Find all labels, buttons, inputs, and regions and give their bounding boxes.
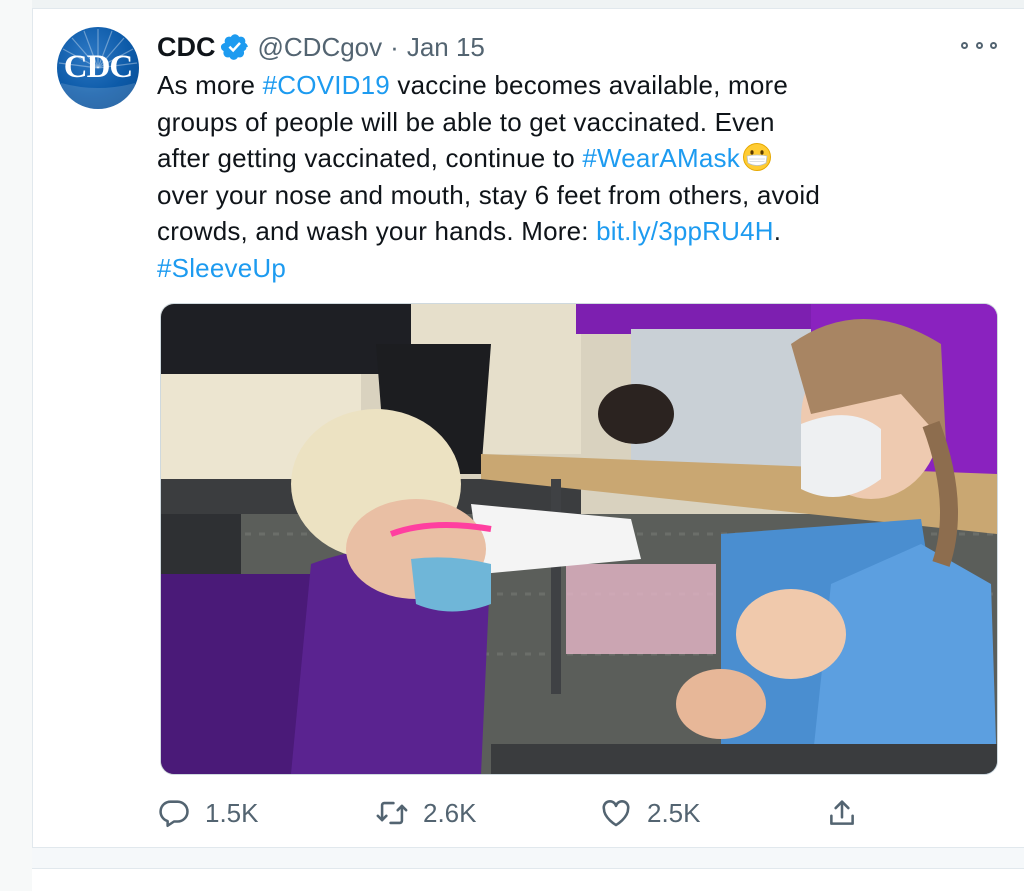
shortened-url-link[interactable]: bit.ly/3ppRU4H [596,216,774,246]
tweet-photo[interactable] [160,303,998,775]
tweet-header: CDC @CDCgov · Jan 15 [157,29,485,65]
hashtag-wearamask-link[interactable]: #WearAMask [582,143,740,173]
next-tweet-card-edge [32,868,1024,891]
hashtag-covid19-link[interactable]: #COVID19 [263,70,390,100]
mask-emoji-icon [742,142,772,172]
more-icon[interactable] [961,35,997,55]
reply-button[interactable]: 1.5K [157,791,259,835]
tweet-actions-bar: 1.5K 2.6K 2.5K [157,791,877,835]
reply-count: 1.5K [205,797,259,828]
tweet-text-segment: . [773,216,782,246]
timeline-top-divider [32,0,1024,9]
tweet-text-segment: over your nose and mouth, stay 6 feet fr… [157,179,820,210]
avatar-logo-text: CDC [63,49,134,85]
avatar[interactable]: CDC [57,27,139,109]
retweet-count: 2.6K [423,797,477,828]
vaccination-photo-illustration [161,304,997,774]
share-icon [830,800,854,825]
tweet-text-segment: groups of people will be able to get vac… [157,106,775,137]
like-button[interactable]: 2.5K [599,791,701,835]
separator-dot: · [390,31,399,62]
verified-badge-icon [220,32,250,62]
hashtag-sleeveup-link[interactable]: #SleeveUp [157,253,286,283]
tweet-text-segment: As more [157,70,263,100]
tweet-card[interactable]: CDC CDC @CDCgov · Jan 15 As more #COVID1… [32,9,1024,848]
share-button[interactable] [825,791,859,835]
author-handle[interactable]: @CDCgov [258,32,383,63]
heart-icon [602,800,630,827]
retweet-button[interactable]: 2.6K [375,791,477,835]
reply-icon [159,800,189,828]
timeline-gap [32,848,1024,891]
author-name[interactable]: CDC [157,32,216,63]
tweet-date[interactable]: Jan 15 [407,32,485,63]
tweet-text: As more #COVID19 vaccine becomes availab… [157,67,997,286]
retweet-icon [376,801,408,825]
like-count: 2.5K [647,797,701,828]
tweet-text-segment: after getting vaccinated, continue to [157,143,583,173]
tweet-text-segment: vaccine becomes available, more [389,70,789,100]
tweet-text-segment: crowds, and wash your hands. More: [157,216,597,246]
